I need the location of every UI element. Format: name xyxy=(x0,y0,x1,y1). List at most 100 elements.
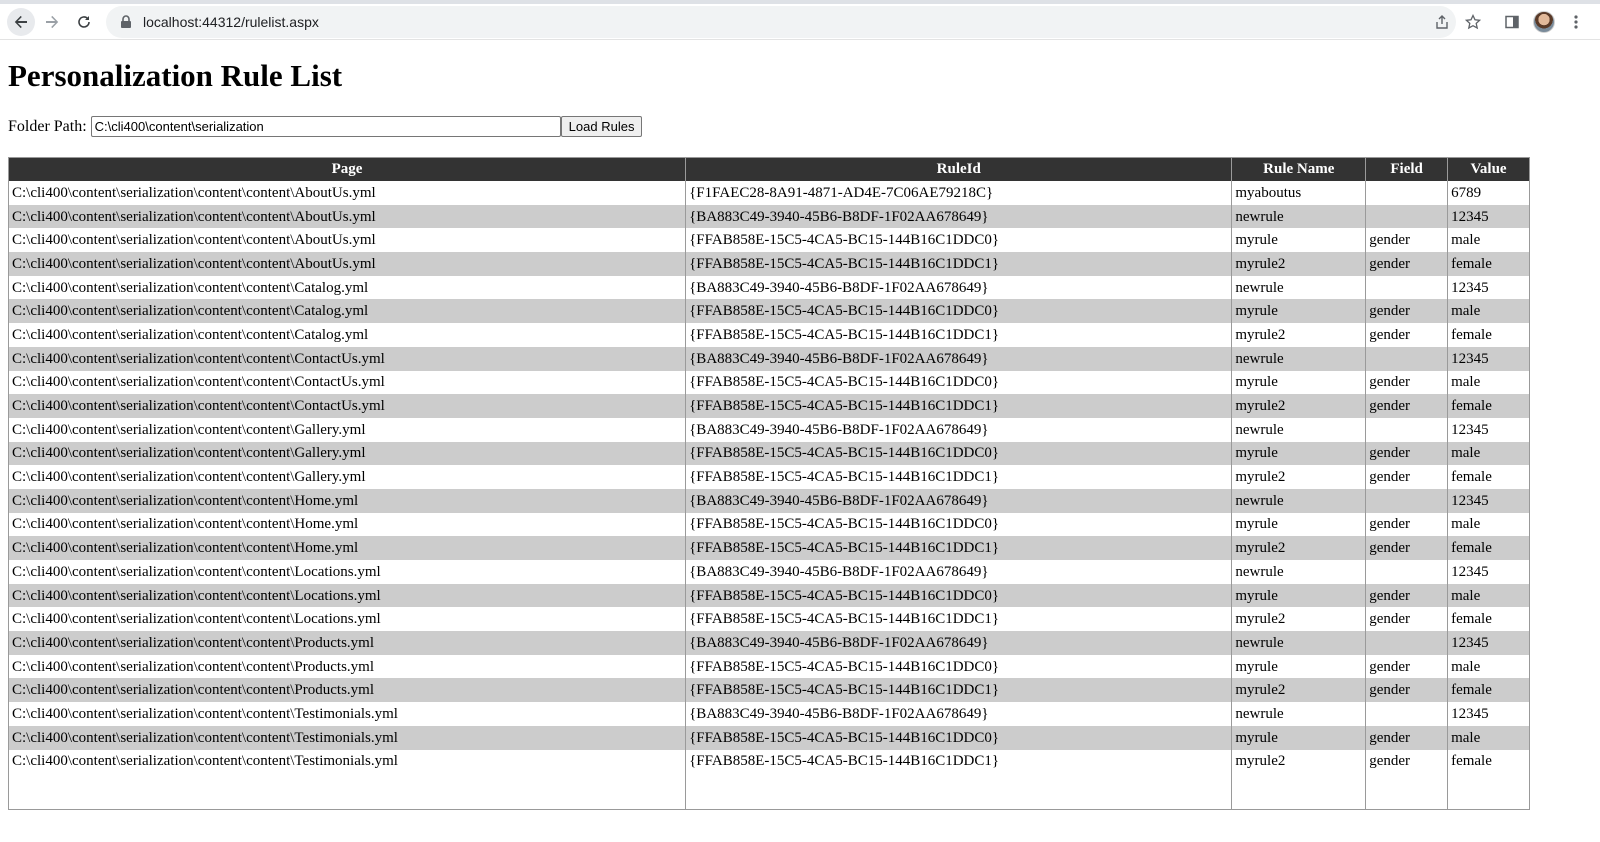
empty-cell xyxy=(7,773,686,810)
cell-rule-name: myrule xyxy=(1231,228,1366,253)
header-ruleid: RuleId xyxy=(685,157,1232,181)
side-panel-icon[interactable] xyxy=(1498,8,1526,36)
cell-ruleid: {FFAB858E-15C5-4CA5-BC15-144B16C1DDC0} xyxy=(685,654,1232,679)
cell-value: 12345 xyxy=(1447,702,1530,726)
cell-page: C:\cli400\content\serialization\content\… xyxy=(7,394,686,418)
cell-rule-name: myrule xyxy=(1231,583,1366,608)
cell-field: gender xyxy=(1365,394,1448,418)
cell-page: C:\cli400\content\serialization\content\… xyxy=(7,252,686,276)
folder-path-input[interactable] xyxy=(90,116,561,137)
cell-ruleid: {BA883C49-3940-45B6-B8DF-1F02AA678649} xyxy=(685,275,1232,300)
address-bar[interactable]: localhost:44312/rulelist.aspx xyxy=(106,6,1456,38)
table-row: C:\cli400\content\serialization\content\… xyxy=(7,583,1530,608)
cell-ruleid: {BA883C49-3940-45B6-B8DF-1F02AA678649} xyxy=(685,631,1232,655)
page-title: Personalization Rule List xyxy=(8,58,343,93)
load-rules-button[interactable]: Load Rules xyxy=(560,116,643,137)
table-row: C:\cli400\content\serialization\content\… xyxy=(7,536,1530,560)
table-row: C:\cli400\content\serialization\content\… xyxy=(7,204,1530,229)
cell-page: C:\cli400\content\serialization\content\… xyxy=(7,702,686,726)
cell-page: C:\cli400\content\serialization\content\… xyxy=(7,512,686,537)
cell-ruleid: {BA883C49-3940-45B6-B8DF-1F02AA678649} xyxy=(685,560,1232,584)
cell-ruleid: {FFAB858E-15C5-4CA5-BC15-144B16C1DDC1} xyxy=(685,607,1232,632)
cell-field: gender xyxy=(1365,678,1448,703)
avatar[interactable] xyxy=(1530,8,1558,36)
cell-value: 12345 xyxy=(1447,275,1530,300)
empty-cell xyxy=(1365,773,1448,810)
cell-rule-name: myrule xyxy=(1231,299,1366,324)
header-page: Page xyxy=(7,157,686,181)
cell-ruleid: {FFAB858E-15C5-4CA5-BC15-144B16C1DDC0} xyxy=(685,441,1232,466)
star-icon[interactable] xyxy=(1459,8,1487,36)
cell-field: gender xyxy=(1365,370,1448,395)
table-row: C:\cli400\content\serialization\content\… xyxy=(7,702,1530,726)
cell-field xyxy=(1365,275,1448,300)
cell-page: C:\cli400\content\serialization\content\… xyxy=(7,654,686,679)
rules-table: Page RuleId Rule Name Field Value C:\cli… xyxy=(7,157,1530,811)
cell-rule-name: newrule xyxy=(1231,560,1366,584)
cell-value: male xyxy=(1447,228,1530,253)
cell-rule-name: myrule xyxy=(1231,512,1366,537)
folder-path-label: Folder Path: xyxy=(8,117,87,135)
table-row: C:\cli400\content\serialization\content\… xyxy=(7,370,1530,395)
cell-page: C:\cli400\content\serialization\content\… xyxy=(7,678,686,703)
table-row: C:\cli400\content\serialization\content\… xyxy=(7,512,1530,537)
table-row: C:\cli400\content\serialization\content\… xyxy=(7,725,1530,750)
back-icon[interactable] xyxy=(7,8,35,36)
cell-field: gender xyxy=(1365,725,1448,750)
header-field: Field xyxy=(1365,157,1448,181)
menu-icon[interactable] xyxy=(1562,8,1590,36)
cell-page: C:\cli400\content\serialization\content\… xyxy=(7,323,686,347)
header-value: Value xyxy=(1447,157,1530,181)
cell-value: female xyxy=(1447,678,1530,703)
cell-field: gender xyxy=(1365,583,1448,608)
cell-rule-name: newrule xyxy=(1231,275,1366,300)
cell-value: 12345 xyxy=(1447,346,1530,371)
empty-cell xyxy=(1447,773,1530,810)
cell-rule-name: myrule xyxy=(1231,654,1366,679)
reload-icon[interactable] xyxy=(70,8,98,36)
share-icon[interactable] xyxy=(1428,8,1456,36)
lock-icon[interactable] xyxy=(120,15,134,29)
cell-ruleid: {FFAB858E-15C5-4CA5-BC15-144B16C1DDC0} xyxy=(685,370,1232,395)
cell-ruleid: {FFAB858E-15C5-4CA5-BC15-144B16C1DDC0} xyxy=(685,512,1232,537)
cell-value: male xyxy=(1447,583,1530,608)
cell-rule-name: myrule2 xyxy=(1231,749,1366,774)
forward-icon[interactable] xyxy=(38,8,66,36)
cell-ruleid: {FFAB858E-15C5-4CA5-BC15-144B16C1DDC0} xyxy=(685,725,1232,750)
table-row: C:\cli400\content\serialization\content\… xyxy=(7,323,1530,347)
empty-cell xyxy=(685,773,1232,810)
cell-rule-name: myrule2 xyxy=(1231,323,1366,347)
cell-page: C:\cli400\content\serialization\content\… xyxy=(7,725,686,750)
cell-ruleid: {BA883C49-3940-45B6-B8DF-1F02AA678649} xyxy=(685,417,1232,442)
cell-page: C:\cli400\content\serialization\content\… xyxy=(7,299,686,324)
cell-ruleid: {BA883C49-3940-45B6-B8DF-1F02AA678649} xyxy=(685,346,1232,371)
browser-toolbar: localhost:44312/rulelist.aspx xyxy=(0,0,1600,40)
cell-value: female xyxy=(1447,323,1530,347)
cell-ruleid: {FFAB858E-15C5-4CA5-BC15-144B16C1DDC1} xyxy=(685,323,1232,347)
cell-rule-name: newrule xyxy=(1231,631,1366,655)
cell-field: gender xyxy=(1365,323,1448,347)
cell-value: 12345 xyxy=(1447,204,1530,229)
cell-value: 12345 xyxy=(1447,417,1530,442)
url-text: localhost:44312/rulelist.aspx xyxy=(143,14,319,30)
cell-rule-name: newrule xyxy=(1231,346,1366,371)
cell-value: male xyxy=(1447,725,1530,750)
cell-page: C:\cli400\content\serialization\content\… xyxy=(7,417,686,442)
cell-field xyxy=(1365,488,1448,513)
table-row: C:\cli400\content\serialization\content\… xyxy=(7,678,1530,703)
cell-rule-name: newrule xyxy=(1231,204,1366,229)
folder-path-row: Folder Path: Load Rules xyxy=(8,116,643,137)
cell-ruleid: {FFAB858E-15C5-4CA5-BC15-144B16C1DDC1} xyxy=(685,749,1232,774)
cell-field: gender xyxy=(1365,654,1448,679)
table-header-row: Page RuleId Rule Name Field Value xyxy=(7,157,1530,181)
cell-page: C:\cli400\content\serialization\content\… xyxy=(7,228,686,253)
cell-page: C:\cli400\content\serialization\content\… xyxy=(7,749,686,774)
table-row: C:\cli400\content\serialization\content\… xyxy=(7,228,1530,253)
cell-value: male xyxy=(1447,654,1530,679)
cell-ruleid: {FFAB858E-15C5-4CA5-BC15-144B16C1DDC1} xyxy=(685,678,1232,703)
table-row: C:\cli400\content\serialization\content\… xyxy=(7,749,1530,774)
cell-value: female xyxy=(1447,749,1530,774)
table-filler-row xyxy=(7,773,1530,810)
cell-ruleid: {FFAB858E-15C5-4CA5-BC15-144B16C1DDC0} xyxy=(685,228,1232,253)
cell-ruleid: {FFAB858E-15C5-4CA5-BC15-144B16C1DDC1} xyxy=(685,252,1232,276)
